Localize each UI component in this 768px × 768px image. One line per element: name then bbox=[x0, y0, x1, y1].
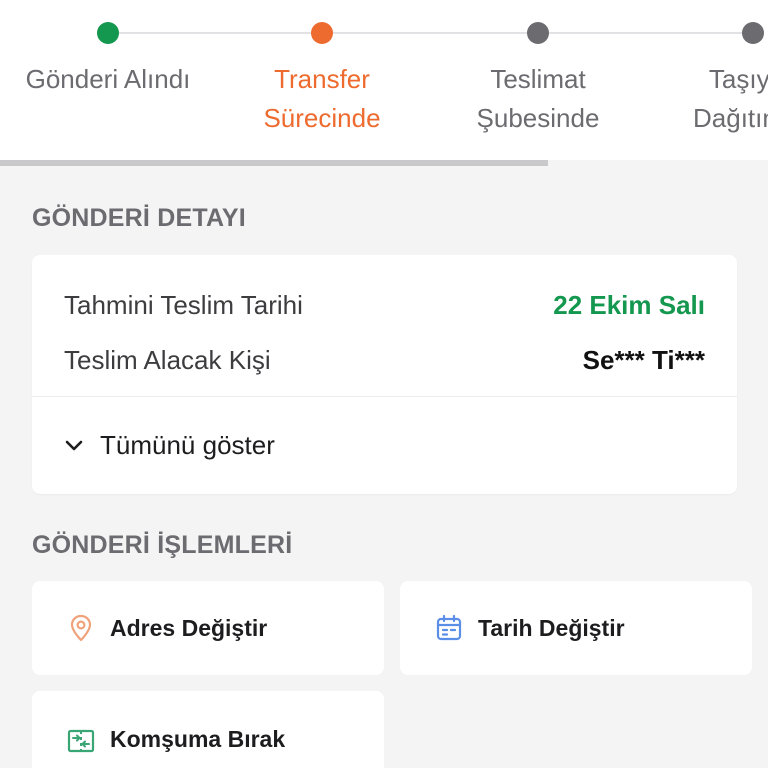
step-courier-distribution: Taşıyıcı Dağıtımda bbox=[646, 0, 768, 160]
step-received: Gönderi Alındı bbox=[1, 0, 215, 160]
stepper-scroll-track[interactable] bbox=[0, 160, 768, 168]
swap-icon bbox=[66, 726, 96, 756]
step-label: Gönderi Alındı bbox=[25, 64, 191, 94]
chevron-down-icon bbox=[65, 440, 83, 451]
actions-section-title: GÖNDERİ İŞLEMLERİ bbox=[32, 531, 293, 559]
step-label: Teslimat Şubesinde bbox=[476, 64, 600, 133]
step-delivery-branch: Teslimat Şubesinde bbox=[431, 0, 645, 160]
eta-row: Tahmini Teslim Tarihi 22 Ekim Salı bbox=[64, 285, 705, 325]
shipment-stepper: Gönderi Alındı Transfer Sürecinde Teslim… bbox=[0, 0, 768, 168]
step-status-dot bbox=[527, 22, 549, 44]
change-address-label: Adres Değiştir bbox=[110, 614, 268, 641]
eta-value: 22 Ekim Salı bbox=[553, 289, 705, 320]
change-date-label: Tarih Değiştir bbox=[478, 614, 625, 641]
change-address-button[interactable]: Adres Değiştir bbox=[32, 581, 384, 675]
eta-label: Tahmini Teslim Tarihi bbox=[64, 289, 303, 320]
change-date-button[interactable]: Tarih Değiştir bbox=[400, 581, 752, 675]
recipient-label: Teslim Alacak Kişi bbox=[64, 344, 271, 375]
stepper-scroll-indicator[interactable] bbox=[0, 160, 549, 166]
step-status-dot bbox=[311, 22, 333, 44]
step-status-dot bbox=[97, 22, 119, 44]
show-all-button[interactable]: Tümünü göster bbox=[62, 425, 275, 465]
step-status-dot bbox=[742, 22, 764, 44]
recipient-value: Se*** Ti*** bbox=[582, 344, 705, 375]
card-divider bbox=[32, 396, 737, 397]
details-section-title: GÖNDERİ DETAYI bbox=[32, 204, 246, 232]
leave-with-neighbor-button[interactable]: Komşuma Bırak bbox=[32, 691, 384, 768]
step-label: Taşıyıcı Dağıtımda bbox=[693, 64, 768, 133]
leave-with-neighbor-label: Komşuma Bırak bbox=[110, 726, 286, 752]
step-transfer: Transfer Sürecinde bbox=[215, 0, 429, 160]
calendar-icon bbox=[434, 613, 464, 643]
show-all-label: Tümünü göster bbox=[100, 429, 275, 460]
details-card: Tahmini Teslim Tarihi 22 Ekim Salı Tesli… bbox=[32, 255, 737, 494]
step-label: Transfer Sürecinde bbox=[263, 64, 381, 133]
location-pin-icon bbox=[66, 613, 96, 643]
recipient-row: Teslim Alacak Kişi Se*** Ti*** bbox=[64, 340, 705, 380]
